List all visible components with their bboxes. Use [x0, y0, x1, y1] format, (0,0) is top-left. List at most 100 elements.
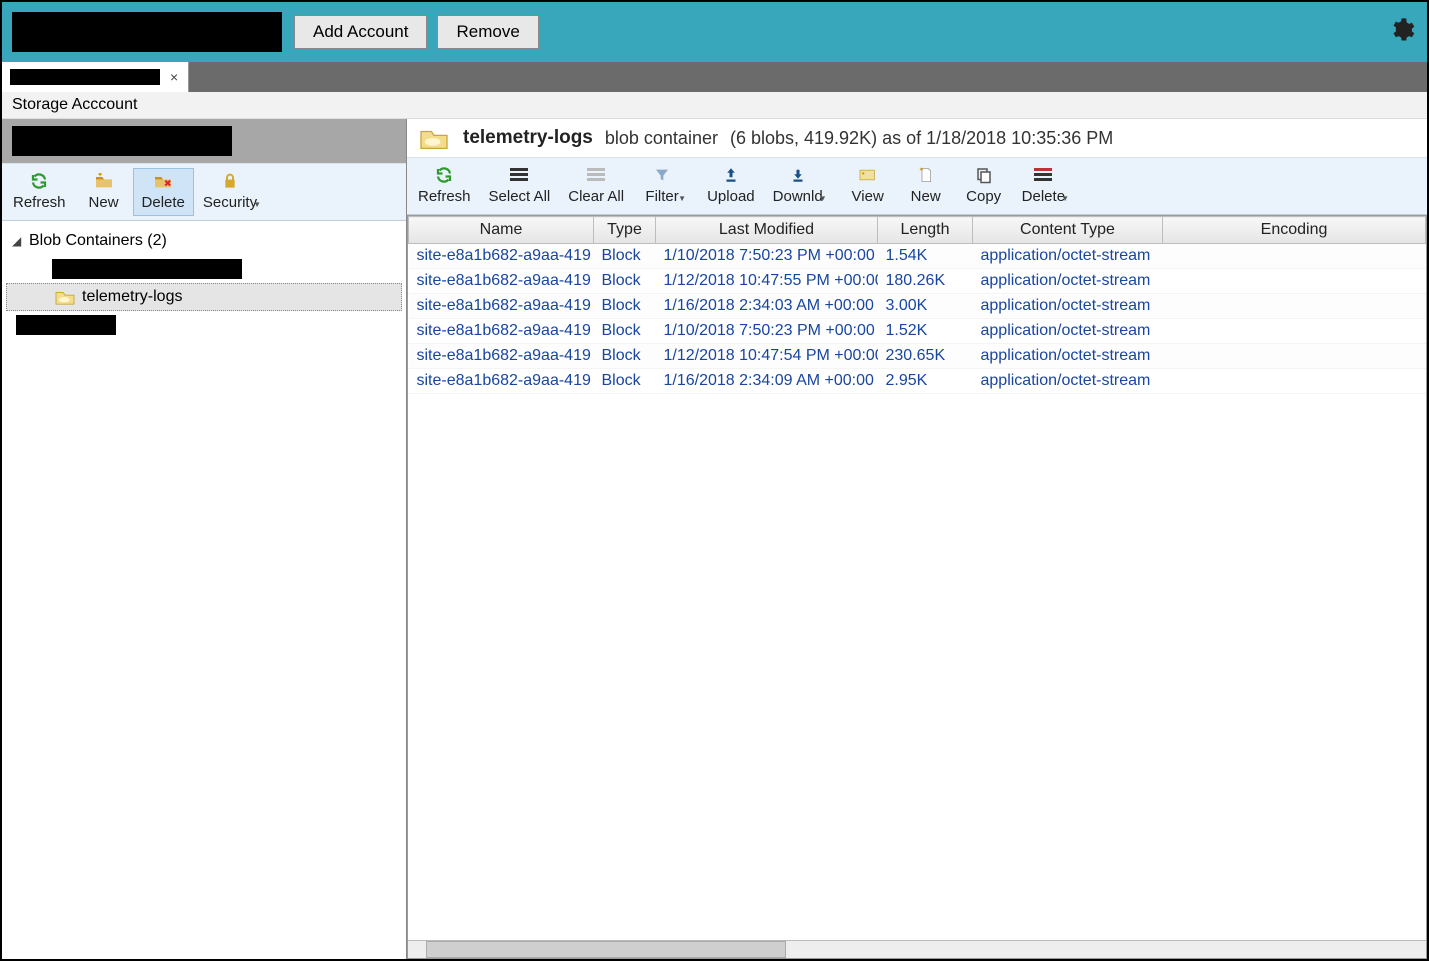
horizontal-scrollbar[interactable] [408, 940, 1426, 958]
cell-type: Block [594, 369, 656, 394]
new-button[interactable]: ✦ New [75, 168, 133, 216]
right-toolbar: Refresh Select All Clear All Filter ▼ Up… [407, 157, 1427, 215]
tree-trailing-redacted[interactable] [6, 311, 402, 339]
cell-type: Block [594, 269, 656, 294]
delete-blob-button[interactable]: Delete ▼ [1013, 162, 1074, 208]
settings-button[interactable] [1387, 16, 1415, 48]
btn-label: Filter [645, 188, 678, 205]
col-modified[interactable]: Last Modified [656, 217, 878, 244]
cell-modified: 1/10/2018 7:50:23 PM +00:00 [656, 319, 878, 344]
select-all-button[interactable]: Select All [480, 162, 560, 210]
cell-ctype: application/octet-stream [973, 344, 1163, 369]
blob-grid-wrap: Name Type Last Modified Length Content T… [407, 215, 1427, 959]
refresh-button[interactable]: Refresh [4, 168, 75, 216]
left-toolbar: Refresh ✦ New ✖ Delete Security ▼ [2, 163, 406, 221]
security-button[interactable]: Security ▼ [194, 168, 266, 214]
lock-icon [222, 171, 238, 191]
delete-button[interactable]: ✖ Delete [133, 168, 194, 216]
download-icon [789, 165, 807, 185]
table-row[interactable]: site-e8a1b682-a9aa-419Block1/12/2018 10:… [409, 344, 1426, 369]
cell-length: 180.26K [878, 269, 973, 294]
cell-modified: 1/10/2018 7:50:23 PM +00:00 [656, 244, 878, 269]
cell-ctype: application/octet-stream [973, 269, 1163, 294]
cell-length: 230.65K [878, 344, 973, 369]
clear-all-button[interactable]: Clear All [559, 162, 633, 210]
tree-root[interactable]: ◢ Blob Containers (2) [6, 227, 402, 255]
collapse-arrow-icon[interactable]: ◢ [12, 234, 24, 248]
cell-type: Block [594, 319, 656, 344]
btn-label: Delete [1022, 188, 1065, 205]
account-selector-redacted[interactable] [12, 12, 282, 52]
cell-enc [1163, 269, 1426, 294]
tree-item-redacted[interactable] [6, 255, 402, 283]
table-row[interactable]: site-e8a1b682-a9aa-419Block1/10/2018 7:5… [409, 319, 1426, 344]
col-encoding[interactable]: Encoding [1163, 217, 1426, 244]
dropdown-arrow-icon[interactable]: ▼ [678, 194, 686, 203]
cloud-folder-icon [53, 288, 77, 306]
new-folder-icon: ✦ [94, 171, 114, 191]
tree-item-telemetry-logs[interactable]: telemetry-logs [6, 283, 402, 311]
add-account-button[interactable]: Add Account [294, 15, 427, 49]
col-type[interactable]: Type [594, 217, 656, 244]
copy-button[interactable]: Copy [955, 162, 1013, 210]
cell-enc [1163, 369, 1426, 394]
new-file-icon: ✦ [918, 165, 934, 185]
main-split: Refresh ✦ New ✖ Delete Security ▼ [2, 119, 1427, 959]
col-content-type[interactable]: Content Type [973, 217, 1163, 244]
tab-active[interactable]: × [2, 62, 189, 92]
right-panel: telemetry-logs blob container (6 blobs, … [407, 119, 1427, 959]
container-name: telemetry-logs [463, 127, 593, 149]
container-title-row: telemetry-logs blob container (6 blobs, … [407, 119, 1427, 157]
cell-ctype: application/octet-stream [973, 294, 1163, 319]
cell-name: site-e8a1b682-a9aa-419 [409, 344, 594, 369]
dropdown-arrow-icon[interactable]: ▼ [253, 200, 261, 209]
cell-name: site-e8a1b682-a9aa-419 [409, 294, 594, 319]
svg-text:✦: ✦ [96, 173, 103, 179]
cell-length: 3.00K [878, 294, 973, 319]
cell-modified: 1/16/2018 2:34:03 AM +00:00 [656, 294, 878, 319]
new-label: New [89, 194, 119, 211]
table-row[interactable]: site-e8a1b682-a9aa-419Block1/10/2018 7:5… [409, 244, 1426, 269]
table-row[interactable]: site-e8a1b682-a9aa-419Block1/12/2018 10:… [409, 269, 1426, 294]
svg-text:✦: ✦ [918, 166, 924, 174]
tab-close-button[interactable]: × [168, 69, 180, 85]
new-blob-button[interactable]: ✦ New [897, 162, 955, 210]
filter-button[interactable]: Filter ▼ [633, 162, 691, 208]
blob-grid[interactable]: Name Type Last Modified Length Content T… [408, 216, 1426, 394]
upload-button[interactable]: Upload [698, 162, 764, 210]
table-row[interactable]: site-e8a1b682-a9aa-419Block1/16/2018 2:3… [409, 369, 1426, 394]
cell-length: 2.95K [878, 369, 973, 394]
upload-icon [722, 165, 740, 185]
btn-label: Upload [707, 188, 755, 205]
remove-button[interactable]: Remove [437, 15, 538, 49]
tree: ◢ Blob Containers (2) telemetry-logs [2, 221, 406, 959]
grid-header-row: Name Type Last Modified Length Content T… [409, 217, 1426, 244]
cell-enc [1163, 244, 1426, 269]
view-button[interactable]: View [839, 162, 897, 210]
col-length[interactable]: Length [878, 217, 973, 244]
account-header [2, 119, 406, 163]
btn-label: Select All [489, 188, 551, 205]
tab-strip: × [2, 62, 1427, 92]
redacted-label [52, 259, 242, 279]
cell-type: Block [594, 344, 656, 369]
refresh-button[interactable]: Refresh [409, 162, 480, 210]
cell-length: 1.54K [878, 244, 973, 269]
dropdown-arrow-icon[interactable]: ▼ [1061, 194, 1069, 203]
cell-ctype: application/octet-stream [973, 319, 1163, 344]
col-name[interactable]: Name [409, 217, 594, 244]
download-button[interactable]: Downld ▼ [764, 162, 832, 208]
btn-label: View [852, 188, 884, 205]
cell-length: 1.52K [878, 319, 973, 344]
scrollbar-thumb[interactable] [426, 941, 786, 958]
cell-ctype: application/octet-stream [973, 369, 1163, 394]
table-row[interactable]: site-e8a1b682-a9aa-419Block1/16/2018 2:3… [409, 294, 1426, 319]
tree-item-label: telemetry-logs [82, 288, 182, 306]
cell-name: site-e8a1b682-a9aa-419 [409, 369, 594, 394]
dropdown-arrow-icon[interactable]: ▼ [819, 194, 827, 203]
cell-ctype: application/octet-stream [973, 244, 1163, 269]
tree-root-label: Blob Containers (2) [29, 232, 167, 250]
view-icon [858, 165, 878, 185]
btn-label: Clear All [568, 188, 624, 205]
btn-label: New [911, 188, 941, 205]
